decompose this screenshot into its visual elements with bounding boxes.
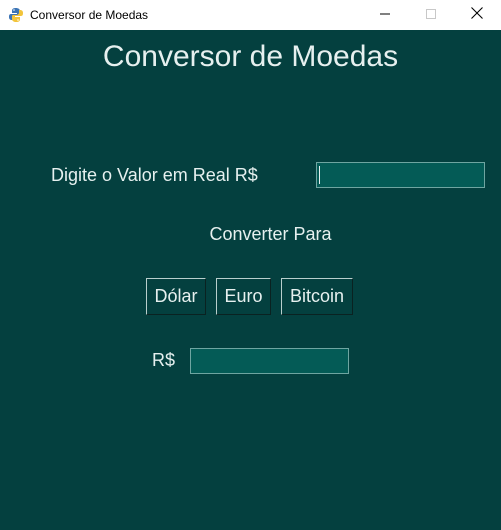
- window-title: Conversor de Moedas: [30, 8, 149, 22]
- dolar-button[interactable]: Dólar: [146, 278, 206, 315]
- maximize-button[interactable]: [408, 0, 454, 30]
- close-icon: [471, 6, 483, 24]
- page-title: Conversor de Moedas: [102, 40, 399, 73]
- close-button[interactable]: [454, 0, 500, 30]
- python-feather-icon: [8, 7, 24, 23]
- maximize-icon: [426, 6, 436, 24]
- input-label: Digite o Valor em Real R$: [51, 165, 258, 185]
- text-caret: [319, 166, 320, 184]
- minimize-button[interactable]: [362, 0, 408, 30]
- bitcoin-button[interactable]: Bitcoin: [281, 278, 353, 315]
- client-area: Conversor de Moedas Digite o Valor em Re…: [0, 30, 501, 530]
- valor-input[interactable]: [316, 162, 485, 188]
- convert-label: Converter Para: [209, 224, 332, 244]
- title-bar[interactable]: Conversor de Moedas: [0, 0, 501, 30]
- app-window: Conversor de Moedas Conversor de Moedas …: [0, 0, 501, 530]
- result-label: R$: [152, 350, 176, 370]
- minimize-icon: [380, 6, 390, 24]
- euro-button[interactable]: Euro: [216, 278, 271, 315]
- result-output[interactable]: [190, 348, 349, 374]
